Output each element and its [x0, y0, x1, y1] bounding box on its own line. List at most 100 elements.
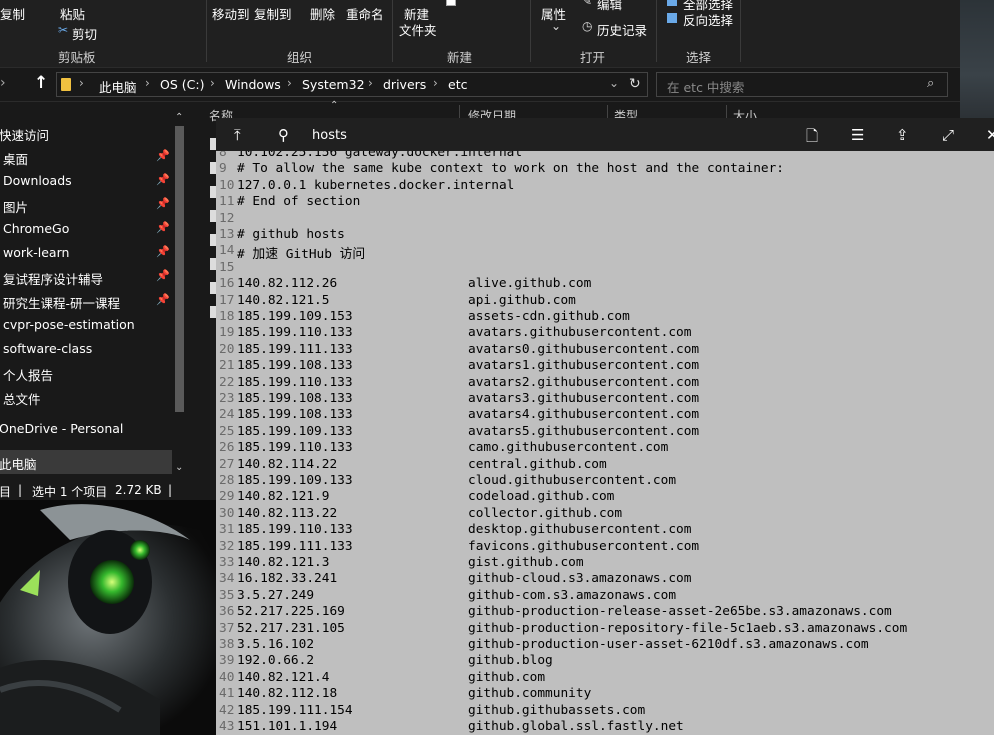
- sidebar-item-cvpr[interactable]: cvpr-pose-estimation: [0, 313, 172, 337]
- breadcrumb-os-c[interactable]: OS (C:): [160, 77, 204, 92]
- invert-selection-button[interactable]: 反向选择: [683, 10, 733, 29]
- sidebar-item-retest-tutoring[interactable]: 复试程序设计辅导 📌: [0, 265, 172, 289]
- editor-line[interactable]: 29 140.82.121.9 codeload.github.com: [216, 489, 994, 505]
- editor-line[interactable]: 16 140.82.112.26 alive.github.com: [216, 276, 994, 292]
- editor-line[interactable]: 22 185.199.110.133 avatars2.githubusercont…: [216, 375, 994, 391]
- editor-line[interactable]: 27 140.82.114.22 central.github.com: [216, 457, 994, 473]
- host-name: desktop.githubusercontent.com: [468, 522, 692, 538]
- editor-line[interactable]: 42 185.199.111.154 github.githubassets.com: [216, 703, 994, 719]
- line-text: 10.102.25.156 gateway.docker.internal: [237, 151, 523, 160]
- share-icon[interactable]: ⇪: [896, 126, 909, 144]
- editor-line[interactable]: 19 185.199.110.133 avatars.githubuserconte…: [216, 325, 994, 341]
- sidebar-item-personal-report[interactable]: 个人报告: [0, 361, 172, 385]
- breadcrumb-drivers[interactable]: drivers: [383, 77, 426, 92]
- sidebar-item-grad-courses[interactable]: 研究生课程-研一课程 📌: [0, 289, 172, 313]
- editor-line[interactable]: 32 185.199.111.133 favicons.githubusercont…: [216, 539, 994, 555]
- editor-line[interactable]: 10 127.0.0.1 kubernetes.docker.internal: [216, 178, 994, 194]
- sidebar-item-desktop[interactable]: 桌面 📌: [0, 145, 172, 169]
- pin-icon[interactable]: ⚲: [278, 126, 289, 144]
- rename-button[interactable]: 重命名: [346, 4, 384, 23]
- breadcrumb-this-pc[interactable]: 此电脑: [99, 77, 137, 96]
- search-icon[interactable]: ⌕: [927, 76, 934, 91]
- editor-line[interactable]: 17 140.82.121.5 api.github.com: [216, 293, 994, 309]
- chevron-up-icon[interactable]: ⌃: [175, 112, 183, 123]
- sidebar-item-work-learn[interactable]: work-learn 📌: [0, 241, 172, 265]
- sidebar-item-onedrive[interactable]: OneDrive - Personal: [0, 417, 172, 441]
- scrollbar-thumb[interactable]: [175, 126, 184, 412]
- sidebar-item-pictures[interactable]: 图片 📌: [0, 193, 172, 217]
- ribbon-separator: [740, 0, 741, 62]
- editor-line[interactable]: 34 16.182.33.241 github-cloud.s3.amazonaws…: [216, 571, 994, 587]
- text-editor[interactable]: 8 10.102.25.156 gateway.docker.internal 9 #…: [216, 151, 994, 735]
- maximize-icon[interactable]: ⤢: [942, 126, 954, 144]
- line-number: 22: [219, 374, 235, 390]
- editor-line[interactable]: 39 192.0.66.2 github.blog: [216, 653, 994, 669]
- editor-line[interactable]: 37 52.217.231.105 github-production-reposi…: [216, 621, 994, 637]
- history-button[interactable]: 历史记录: [597, 20, 647, 39]
- host-ip: 140.82.112.18: [237, 686, 338, 702]
- desktop-wallpaper: [0, 500, 216, 735]
- sidebar-item-software-class[interactable]: software-class: [0, 337, 172, 361]
- editor-line[interactable]: 23 185.199.108.133 avatars3.githubusercont…: [216, 391, 994, 407]
- breadcrumb-system32[interactable]: System32: [302, 77, 365, 92]
- editor-line[interactable]: 30 140.82.113.22 collector.github.com: [216, 506, 994, 522]
- new-document-icon[interactable]: 🗋: [806, 126, 818, 151]
- chevron-down-icon: ⌄: [551, 19, 562, 33]
- host-ip: 52.217.225.169: [237, 604, 345, 620]
- host-name: api.github.com: [468, 292, 576, 308]
- pin-top-icon[interactable]: ⤒: [234, 126, 241, 144]
- editor-line[interactable]: 31 185.199.110.133 desktop.githubuserconte…: [216, 522, 994, 538]
- paste-button[interactable]: 粘贴: [60, 4, 85, 23]
- breadcrumb-etc[interactable]: etc: [448, 77, 467, 92]
- editor-line[interactable]: 21 185.199.108.133 avatars1.githubusercont…: [216, 358, 994, 374]
- host-name: collector.github.com: [468, 505, 623, 521]
- status-selected: 选中 1 个项目: [32, 485, 108, 499]
- refresh-icon[interactable]: ↻: [629, 76, 641, 92]
- edit-button[interactable]: 编辑: [597, 0, 622, 13]
- editor-line[interactable]: 8 10.102.25.156 gateway.docker.internal: [216, 151, 994, 161]
- copy-to-button[interactable]: 复制到: [254, 4, 292, 23]
- editor-line[interactable]: 28 185.199.109.133 cloud.githubusercontent…: [216, 473, 994, 489]
- editor-line[interactable]: 18 185.199.109.153 assets-cdn.github.com: [216, 309, 994, 325]
- editor-line[interactable]: 11 # End of section: [216, 194, 994, 210]
- editor-line[interactable]: 38 3.5.16.102 github-production-user-asset…: [216, 637, 994, 653]
- host-ip: 185.199.108.133: [237, 358, 353, 374]
- editor-line[interactable]: 20 185.199.111.133 avatars0.githubusercont…: [216, 342, 994, 358]
- ribbon-separator: [656, 0, 657, 62]
- editor-line[interactable]: 25 185.199.109.133 avatars5.githubusercont…: [216, 424, 994, 440]
- editor-line[interactable]: 15: [216, 260, 994, 276]
- chevron-right-icon[interactable]: ›: [0, 75, 6, 91]
- editor-line[interactable]: 13 # github hosts: [216, 227, 994, 243]
- ribbon-separator: [206, 0, 207, 62]
- editor-line[interactable]: 43 151.101.1.194 github.global.ssl.fastly.…: [216, 719, 994, 735]
- address-bar[interactable]: › 此电脑 › OS (C:) › Windows › System32 › d…: [56, 72, 648, 97]
- chevron-down-icon[interactable]: ⌄: [609, 76, 619, 90]
- close-icon[interactable]: ✕: [986, 126, 994, 144]
- editor-line[interactable]: 26 185.199.110.133 camo.githubusercontent.…: [216, 440, 994, 456]
- editor-line[interactable]: 36 52.217.225.169 github-production-releas…: [216, 604, 994, 620]
- sidebar-item-downloads[interactable]: Downloads 📌: [0, 169, 172, 193]
- editor-line[interactable]: 41 140.82.112.18 github.community: [216, 686, 994, 702]
- sidebar-scrollbar[interactable]: ⌃ ⌄: [172, 112, 188, 478]
- move-to-button[interactable]: 移动到: [212, 4, 250, 23]
- chevron-down-icon[interactable]: ⌄: [175, 462, 183, 473]
- arrow-up-icon[interactable]: ↑: [34, 73, 48, 93]
- cut-button[interactable]: 剪切: [72, 24, 97, 43]
- editor-line[interactable]: 12: [216, 211, 994, 227]
- new-item-icon: [446, 0, 456, 6]
- sidebar-item-chromego[interactable]: ChromeGo 📌: [0, 217, 172, 241]
- editor-line[interactable]: 9 # To allow the same kube context to wor…: [216, 161, 994, 177]
- sidebar-item-quick-access[interactable]: 快速访问: [0, 121, 172, 145]
- breadcrumb-windows[interactable]: Windows: [225, 77, 281, 92]
- editor-line[interactable]: 14 # 加速 GitHub 访问: [216, 243, 994, 262]
- editor-line[interactable]: 33 140.82.121.3 gist.github.com: [216, 555, 994, 571]
- sidebar-item-all-files[interactable]: 总文件: [0, 385, 172, 409]
- sidebar-item-this-pc[interactable]: 此电脑: [0, 450, 172, 474]
- delete-button[interactable]: 删除: [310, 4, 335, 23]
- editor-line[interactable]: 40 140.82.121.4 github.com: [216, 670, 994, 686]
- search-box[interactable]: 在 etc 中搜索 ⌕: [656, 72, 948, 97]
- editor-line[interactable]: 24 185.199.108.133 avatars4.githubusercont…: [216, 407, 994, 423]
- list-icon[interactable]: ☰: [851, 126, 864, 144]
- editor-line[interactable]: 35 3.5.27.249 github-com.s3.amazonaws.com: [216, 588, 994, 604]
- copy-button[interactable]: 复制: [0, 4, 25, 23]
